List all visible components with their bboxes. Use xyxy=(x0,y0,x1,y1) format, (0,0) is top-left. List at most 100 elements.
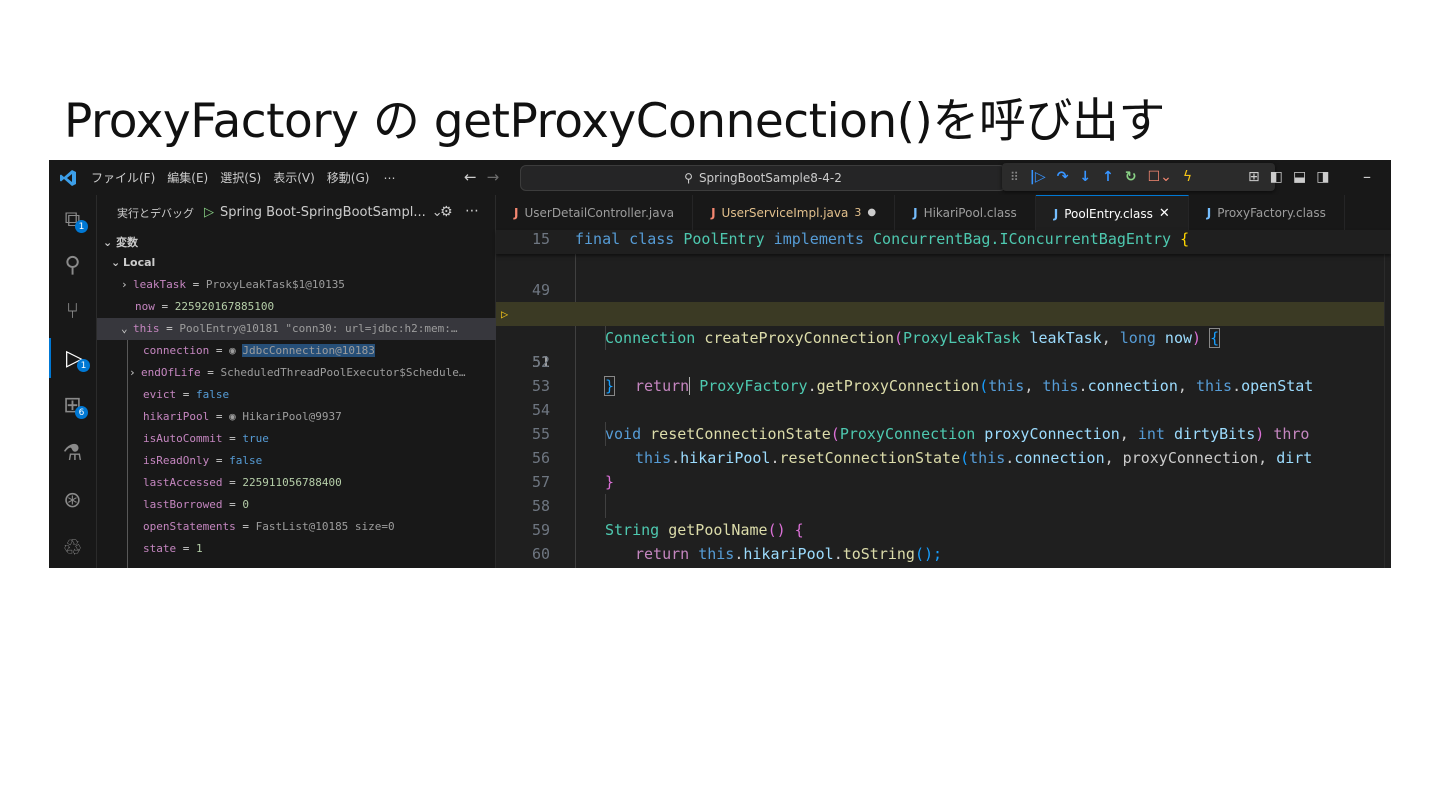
extensions-icon[interactable]: ⊞ 6 xyxy=(49,385,96,425)
vscode-screenshot: ファイル(F) 編集(E) 選択(S) 表示(V) 移動(G) ⋯ ← → ⚲ … xyxy=(49,160,1391,568)
back-arrow-icon[interactable]: ← xyxy=(464,168,477,186)
explorer-icon[interactable]: ⧉ 1 xyxy=(49,199,96,239)
tab-userserviceimpl[interactable]: J UserServiceImpl.java 3 ● xyxy=(693,195,896,230)
tab-userdetailcontroller[interactable]: J UserDetailController.java xyxy=(496,195,694,230)
editor-scrollbar[interactable] xyxy=(1384,230,1391,568)
chevron-right-icon: › xyxy=(121,278,128,291)
var-lastAccessed[interactable]: lastAccessed = 225911056788400 xyxy=(97,472,541,494)
current-execution-arrow-icon: ▷ xyxy=(501,307,509,321)
customize-layout-icon[interactable]: ⊞ xyxy=(1248,169,1260,185)
var-evict[interactable]: evict = false xyxy=(97,384,541,406)
menu-more-icon[interactable]: ⋯ xyxy=(383,171,395,185)
search-text: SpringBootSample8-4-2 xyxy=(698,171,842,185)
slide-title: ProxyFactory の getProxyConnection()を呼び出す xyxy=(64,94,1165,149)
menu-view[interactable]: 表示(V) xyxy=(273,169,315,186)
toggle-secondary-sidebar-icon[interactable]: ◨ xyxy=(1316,169,1329,185)
toggle-panel-icon[interactable]: ⬓ xyxy=(1293,169,1306,185)
var-endOfLife[interactable]: › endOfLife = ScheduledThreadPoolExecutor… xyxy=(97,362,527,384)
close-icon[interactable]: ✕ xyxy=(1159,206,1170,221)
var-lastBorrowed[interactable]: lastBorrowed = 0 xyxy=(97,494,541,516)
scope-label: Local xyxy=(123,256,156,269)
search-icon[interactable]: ⚲ xyxy=(49,245,96,285)
more-actions-icon[interactable]: ⋯ xyxy=(465,203,479,219)
unsaved-dot-icon: ● xyxy=(867,207,877,218)
run-debug-icon[interactable]: ▷ 1 xyxy=(49,338,98,378)
menu-file[interactable]: ファイル(F) xyxy=(91,169,155,186)
class-file-icon: J xyxy=(1206,205,1212,220)
search-icon: ⚲ xyxy=(684,171,693,185)
extensions-badge: 6 xyxy=(75,406,88,419)
eye-icon: ◉ xyxy=(229,344,243,357)
code-line-49[interactable]: 49 xyxy=(496,254,1391,299)
var-hikariPool[interactable]: hikariPool = ◉ HikariPool@9937 xyxy=(97,406,541,428)
stop-icon[interactable]: ☐⌄ xyxy=(1148,169,1172,185)
drag-handle-icon[interactable]: ⠿ xyxy=(1010,170,1019,184)
var-isAutoCommit[interactable]: isAutoCommit = true xyxy=(97,428,541,450)
explorer-badge: 1 xyxy=(75,220,88,233)
var-this[interactable]: ⌄ this = PoolEntry@10181 "conn30: url=jdb… xyxy=(97,318,519,340)
testing-icon[interactable]: ⚗ xyxy=(49,433,96,473)
chevron-down-icon: ⌄ xyxy=(103,236,113,249)
tab-proxyfactory[interactable]: J ProxyFactory.class xyxy=(1189,195,1345,230)
panel-header: 実行とデバッグ ▷ Spring Boot-SpringBootSampl...… xyxy=(97,195,495,230)
step-over-icon[interactable]: ↷ xyxy=(1057,169,1069,185)
run-debug-panel: 実行とデバッグ ▷ Spring Boot-SpringBootSampl...… xyxy=(97,195,519,568)
code-line-50[interactable]: 50 Connection createProxyConnection(Prox… xyxy=(496,278,1391,348)
tab-hikaripool[interactable]: J HikariPool.class xyxy=(895,195,1036,230)
java-file-icon: J xyxy=(711,205,716,220)
scope-local[interactable]: ⌄ Local xyxy=(97,252,509,274)
command-center-search[interactable]: ⚲ SpringBootSample8-4-2 xyxy=(520,165,1006,191)
java-file-icon: J xyxy=(514,205,519,220)
chevron-down-icon: ⌄ xyxy=(111,256,121,269)
code-line-54[interactable]: 54 void resetConnectionState(ProxyConnec… xyxy=(496,374,1391,443)
chevron-right-icon: › xyxy=(129,366,136,379)
chevron-down-icon: ⌄ xyxy=(121,322,128,335)
forward-arrow-icon[interactable]: → xyxy=(487,168,500,186)
restart-icon[interactable]: ↻ xyxy=(1125,169,1137,185)
var-openStatements[interactable]: openStatements = FastList@10185 size=0 xyxy=(97,516,541,538)
var-isReadOnly[interactable]: isReadOnly = false xyxy=(97,450,541,472)
git-graph-icon[interactable]: ⊛ xyxy=(49,480,96,520)
code-line-57[interactable]: 57 xyxy=(496,446,1391,491)
start-debug-icon[interactable]: ▷ xyxy=(204,205,214,220)
sticky-scroll-line[interactable]: 15 final class PoolEntry implements Conc… xyxy=(496,230,1391,254)
code-line-61[interactable]: 61 xyxy=(496,542,1391,566)
code-line-52[interactable]: 52 } xyxy=(496,326,1391,396)
launch-config-select[interactable]: ▷ Spring Boot-SpringBootSampl... ⌄ xyxy=(204,205,443,220)
menu-edit[interactable]: 編集(E) xyxy=(167,169,208,186)
var-state[interactable]: state = 1 xyxy=(97,538,541,560)
variables-section-header[interactable]: ⌄ 変数 xyxy=(103,234,138,250)
class-file-icon: J xyxy=(1053,206,1059,221)
vscode-logo-icon xyxy=(57,167,79,189)
minimize-icon[interactable]: – xyxy=(1363,167,1371,186)
code-line-60[interactable]: 60 } xyxy=(496,518,1391,563)
hot-code-replace-icon[interactable]: ϟ xyxy=(1183,169,1192,185)
code-view[interactable]: 15 final class PoolEntry implements Conc… xyxy=(496,230,1391,568)
debug-toolbar: ⠿ |▷ ↷ ↓ ↑ ↻ ☐⌄ ϟ xyxy=(1002,163,1275,191)
continue-icon[interactable]: |▷ xyxy=(1030,169,1046,185)
debug-badge: 1 xyxy=(77,359,90,372)
code-line-55[interactable]: 55 this.hikariPool.resetConnectionState(… xyxy=(496,398,1391,467)
source-control-icon[interactable]: ⑂ xyxy=(49,291,96,331)
editor-area: J UserDetailController.java J UserServic… xyxy=(496,195,1391,568)
title-bar: ファイル(F) 編集(E) 選択(S) 表示(V) 移動(G) ⋯ ← → ⚲ … xyxy=(49,160,1391,195)
variables-label: 変数 xyxy=(116,236,139,249)
menu-go[interactable]: 移動(G) xyxy=(327,169,370,186)
tab-poolentry[interactable]: J PoolEntry.class ✕ xyxy=(1035,195,1189,231)
code-line-59[interactable]: 59 return this.hikariPool.toString(); xyxy=(496,494,1391,563)
var-leakTask[interactable]: › leakTask = ProxyLeakTask$1@10135 xyxy=(97,274,519,296)
code-line-51-current[interactable]: ▷ 51 return ProxyFactory.getProxyConnect… xyxy=(496,302,1391,395)
remote-explorer-icon[interactable]: ♲ xyxy=(49,528,96,568)
code-line-56[interactable]: 56 } xyxy=(496,422,1391,491)
step-out-icon[interactable]: ↑ xyxy=(1102,169,1114,185)
menu-selection[interactable]: 選択(S) xyxy=(220,169,261,186)
code-line-58[interactable]: 58 String getPoolName() { xyxy=(496,470,1391,539)
toggle-primary-sidebar-icon[interactable]: ◧ xyxy=(1270,169,1283,185)
gear-icon[interactable]: ⚙ xyxy=(440,204,453,220)
code-line-53[interactable]: 53 xyxy=(496,350,1391,395)
class-file-icon: J xyxy=(913,205,918,220)
var-now[interactable]: now = 225920167885100 xyxy=(97,296,533,318)
var-connection[interactable]: connection = ◉ JdbcConnection@10183 xyxy=(97,340,541,362)
panel-title: 実行とデバッグ xyxy=(117,206,194,220)
step-into-icon[interactable]: ↓ xyxy=(1079,169,1091,185)
